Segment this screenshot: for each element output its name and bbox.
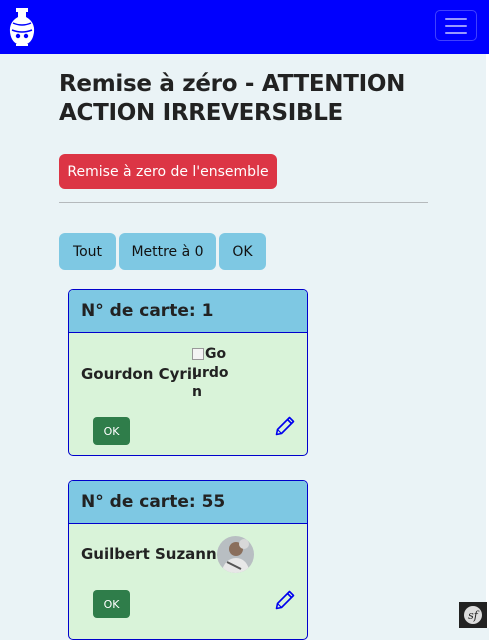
person-photo: Gourdon bbox=[192, 346, 229, 400]
filter-ok-button[interactable]: OK bbox=[219, 233, 266, 270]
divider bbox=[59, 202, 428, 203]
card: N° de carte: 55 Guilbert Suzanne OK bbox=[68, 480, 308, 640]
card-body: Gourdon Cyril Gourdon OK bbox=[69, 333, 307, 455]
ok-button[interactable]: OK bbox=[93, 590, 130, 618]
pencil-icon[interactable] bbox=[275, 590, 295, 610]
page-title: Remise à zéro - ATTENTION ACTION IRREVER… bbox=[59, 71, 406, 126]
card-header: N° de carte: 55 bbox=[69, 481, 307, 524]
card: N° de carte: 1 Gourdon Cyril Gourdon OK bbox=[68, 289, 308, 456]
broken-image-icon bbox=[192, 348, 204, 360]
avatar bbox=[217, 536, 254, 573]
person-name: Guilbert Suzanne bbox=[81, 545, 227, 563]
symfony-toolbar-button[interactable]: sf bbox=[459, 602, 487, 628]
symfony-icon: sf bbox=[464, 606, 482, 624]
filter-reset-button[interactable]: Mettre à 0 bbox=[119, 233, 216, 270]
card-body: Guilbert Suzanne OK bbox=[69, 524, 307, 639]
person-name: Gourdon Cyril bbox=[81, 365, 198, 383]
ok-button[interactable]: OK bbox=[93, 417, 130, 445]
filter-all-button[interactable]: Tout bbox=[59, 233, 116, 270]
hamburger-icon bbox=[445, 17, 467, 20]
menu-toggle-button[interactable] bbox=[435, 10, 477, 41]
card-header: N° de carte: 1 bbox=[69, 290, 307, 333]
pencil-icon[interactable] bbox=[275, 416, 295, 436]
navbar bbox=[0, 0, 489, 54]
vase-logo-icon[interactable] bbox=[9, 8, 35, 46]
reset-all-button[interactable]: Remise à zero de l'ensemble bbox=[59, 154, 277, 189]
